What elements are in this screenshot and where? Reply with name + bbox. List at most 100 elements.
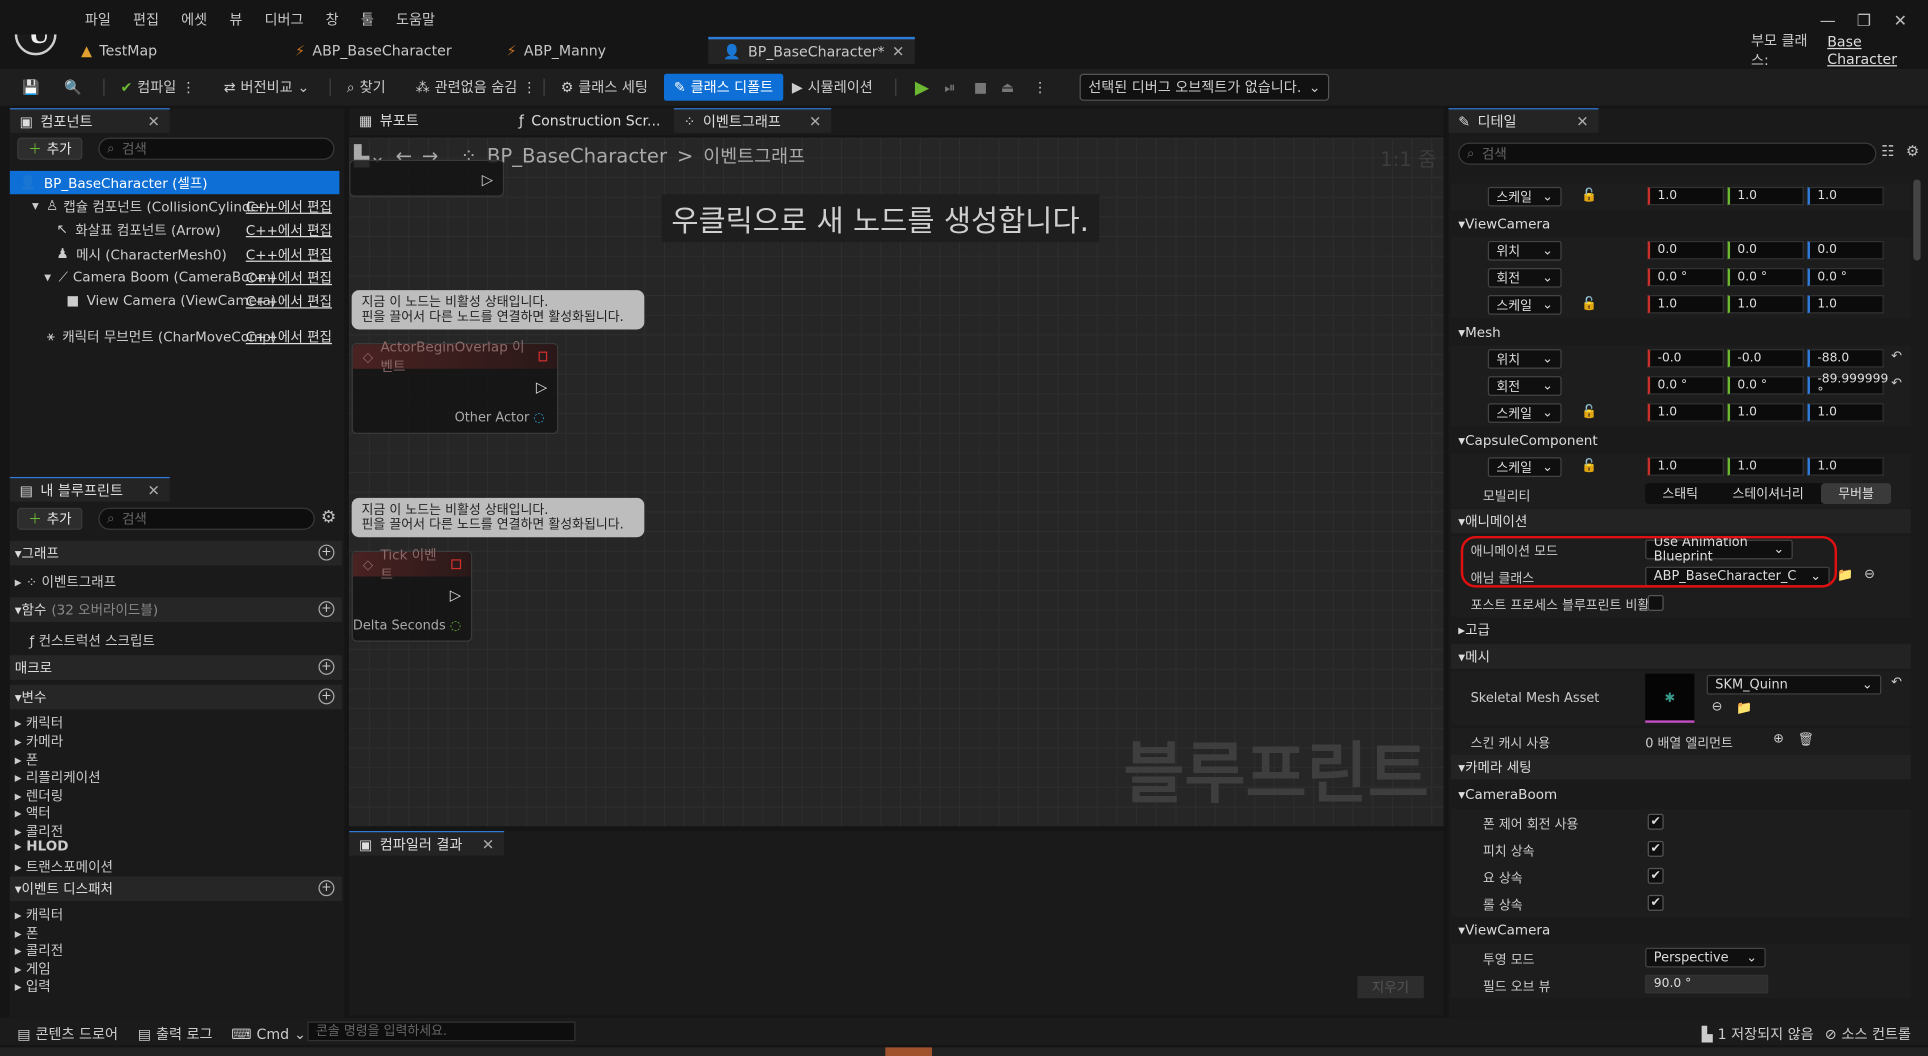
add-variable-icon[interactable]: + [318, 688, 335, 705]
debug-object-dropdown[interactable]: 선택된 디버그 오브젝트가 없습니다. ⌄ [1079, 73, 1330, 101]
mesh-thumbnail[interactable]: ✱ [1645, 673, 1695, 723]
browse-asset-icon[interactable]: 📁 [1736, 699, 1752, 716]
delegate-pin-icon[interactable] [451, 559, 462, 570]
node-tick[interactable]: ◇ Tick 이벤트 ▷ Delta Seconds ◌ [351, 547, 473, 642]
location-y-input[interactable]: -0.0 [1727, 349, 1804, 368]
use-pawn-control-rotation-checkbox[interactable]: ✔ [1647, 813, 1664, 830]
add-graph-icon[interactable]: + [318, 544, 335, 561]
close-icon[interactable]: ✕ [482, 835, 494, 852]
node-actor-begin-overlap[interactable]: ◇ ActorBeginOverlap 이벤트 ▷ Other Actor ◌ [351, 339, 559, 434]
clear-button[interactable]: 지우기 [1357, 976, 1424, 999]
scale-x-input[interactable]: 1.0 [1647, 457, 1724, 476]
section-advanced[interactable]: ▸ 고급 [1450, 617, 1911, 642]
rotation-x-input[interactable]: 0.0 ° [1647, 376, 1724, 395]
float-pin-icon[interactable]: ◌ [450, 618, 461, 633]
component-char-movement[interactable]: ⚹ 캐릭터 무브먼트 (CharMoveComp) C++에서 편집 [10, 325, 340, 348]
dispatcher-category[interactable]: ▸ 캐릭터 [15, 905, 63, 925]
component-view-camera[interactable]: ■ View Camera (ViewCamera) C++에서 편집 [10, 289, 340, 312]
unsaved-button[interactable]: ▙ 1 저장되지 않음 [1702, 1020, 1814, 1047]
section-animation[interactable]: ▾ 애니메이션 [1450, 508, 1911, 534]
scale-y-input[interactable]: 1.0 [1727, 295, 1804, 314]
tab-construction-script[interactable]: ƒ Construction Scr... [509, 108, 672, 133]
function-item-construction[interactable]: ƒ 컨스트럭션 스크립트 [30, 631, 155, 651]
parent-class-link[interactable]: Base Character [1827, 33, 1928, 67]
rotation-x-input[interactable]: 0.0 ° [1647, 267, 1724, 287]
add-element-icon[interactable]: ⊕ [1773, 731, 1784, 746]
component-capsule[interactable]: ▾ ♙ 캡슐 컴포넌트 (CollisionCylinder) C++에서 편집 [10, 194, 340, 217]
exec-pin-icon[interactable]: ▷ [450, 586, 461, 603]
output-log-button[interactable]: ▤ 출력 로그 [138, 1020, 213, 1047]
component-self[interactable]: 👤 BP_BaseCharacter (셀프) [9, 170, 340, 195]
projection-mode-dropdown[interactable]: Perspective ⌄ [1645, 947, 1766, 968]
menu-edit[interactable]: 편집 [122, 10, 170, 30]
menu-file[interactable]: 파일 [74, 10, 122, 30]
details-search-input[interactable]: ⌕ 검색 [1458, 142, 1877, 165]
component-mesh[interactable]: ♟ 메시 (CharacterMesh0) C++에서 편집 [10, 242, 340, 265]
event-graph-canvas[interactable]: ▙⌄ ← → ⁘ BP_BaseCharacter > 이벤트그래프 1:1 줌… [349, 137, 1444, 827]
scale-z-input[interactable]: 1.0 [1807, 457, 1884, 476]
use-selected-icon[interactable]: ⊖ [1712, 699, 1723, 714]
menu-tools[interactable]: 툴 [350, 10, 385, 30]
hide-unrelated-button[interactable]: ⁂ 관련없음 숨김 ⋮ [416, 74, 537, 101]
reset-arrow-icon[interactable]: ↶ [1891, 349, 1902, 364]
step-icon[interactable]: ⏯ [944, 74, 955, 101]
components-search-input[interactable]: ⌕ 검색 [98, 137, 335, 160]
scale-x-input[interactable]: 1.0 [1647, 295, 1724, 314]
scale-dropdown[interactable]: 스케일 ⌄ [1487, 403, 1562, 423]
edit-in-cpp-link[interactable]: C++에서 편집 [246, 196, 332, 216]
location-dropdown[interactable]: 위치 ⌄ [1487, 349, 1562, 369]
edit-in-cpp-link[interactable]: C++에서 편집 [246, 267, 332, 287]
inherit-roll-checkbox[interactable]: ✔ [1647, 894, 1664, 911]
class-settings-button[interactable]: ⚙ 클래스 세팅 [561, 74, 648, 101]
tab-testmap[interactable]: ▲ TestMap [81, 37, 157, 64]
variable-category[interactable]: ▸ HLOD [15, 838, 69, 854]
rotation-z-input[interactable]: 0.0 ° [1807, 267, 1884, 287]
menu-help[interactable]: 도움말 [385, 10, 446, 30]
section-capsule-component[interactable]: ▾ CapsuleComponent [1450, 427, 1911, 453]
scale-y-input[interactable]: 1.0 [1727, 457, 1804, 476]
object-pin-icon[interactable]: ◌ [533, 411, 544, 426]
menu-view[interactable]: 뷰 [218, 10, 253, 30]
location-x-input[interactable]: -0.0 [1647, 349, 1724, 368]
close-icon[interactable]: ✕ [1576, 112, 1588, 129]
scale-z-input[interactable]: 1.0 [1807, 186, 1884, 206]
add-component-button[interactable]: ＋ 추가 [17, 137, 83, 160]
tab-abp-manny[interactable]: ⚡ ABP_Manny [507, 37, 606, 64]
mobility-movable[interactable]: 무버블 [1820, 483, 1892, 505]
skeletal-mesh-dropdown[interactable]: SKM_Quinn ⌄ [1706, 674, 1882, 695]
tab-event-graph[interactable]: ⁘ 이벤트그래프 ✕ [673, 108, 832, 133]
scale-y-input[interactable]: 1.0 [1727, 186, 1804, 206]
tab-details[interactable]: ✎ 디테일 ✕ [1448, 108, 1599, 133]
trash-icon[interactable]: 🗑 [1798, 731, 1814, 748]
tab-abp-basecharacter[interactable]: ⚡ ABP_BaseCharacter [295, 37, 452, 64]
component-camera-boom[interactable]: ▾ ⟋ Camera Boom (CameraBoom) C++에서 편집 [10, 266, 340, 289]
variable-category[interactable]: ▸ 카메라 [15, 731, 63, 751]
variable-category[interactable]: ▸ 트랜스포메이션 [15, 857, 113, 877]
tab-bp-basecharacter[interactable]: 👤 BP_BaseCharacter* ✕ [708, 36, 915, 64]
content-drawer-button[interactable]: ▤ 콘텐츠 드로어 [17, 1020, 118, 1047]
scale-dropdown[interactable]: 스케일 ⌄ [1487, 457, 1562, 477]
cmd-dropdown[interactable]: ⌨ Cmd ⌄ [231, 1020, 306, 1047]
dispatcher-category[interactable]: ▸ 콜리전 [15, 940, 63, 960]
taskbar-app[interactable] [885, 1047, 933, 1056]
variable-category[interactable]: ▸ 액터 [15, 803, 51, 823]
rotation-dropdown[interactable]: 회전 ⌄ [1487, 267, 1562, 288]
close-icon[interactable]: ✕ [147, 112, 159, 129]
location-z-input[interactable]: -88.0 [1807, 349, 1884, 368]
minimize-icon[interactable]: — [1820, 12, 1836, 30]
details-scrollbar[interactable] [1913, 179, 1921, 261]
section-macros[interactable]: 매크로 + [9, 655, 342, 680]
menu-debug[interactable]: 디버그 [253, 10, 314, 30]
find-button[interactable]: ⌕ 찾기 [347, 74, 386, 101]
scale-dropdown[interactable]: 스케일 ⌄ [1487, 186, 1562, 207]
my-blueprint-search-input[interactable]: ⌕ 검색 [98, 507, 315, 530]
section-mesh-component[interactable]: ▾ 메시 [1450, 644, 1911, 669]
scale-z-input[interactable]: 1.0 [1807, 295, 1884, 314]
section-view-camera[interactable]: ▾ ViewCamera [1450, 211, 1911, 237]
section-camera-boom[interactable]: ▾ CameraBoom [1450, 781, 1911, 807]
inherit-pitch-checkbox[interactable]: ✔ [1647, 840, 1664, 857]
reset-arrow-icon[interactable]: ↶ [1891, 376, 1902, 391]
class-defaults-button[interactable]: ✎ 클래스 디폴트 [663, 73, 783, 101]
section-mesh[interactable]: ▾ Mesh [1450, 319, 1911, 345]
menu-window[interactable]: 창 [315, 10, 350, 30]
